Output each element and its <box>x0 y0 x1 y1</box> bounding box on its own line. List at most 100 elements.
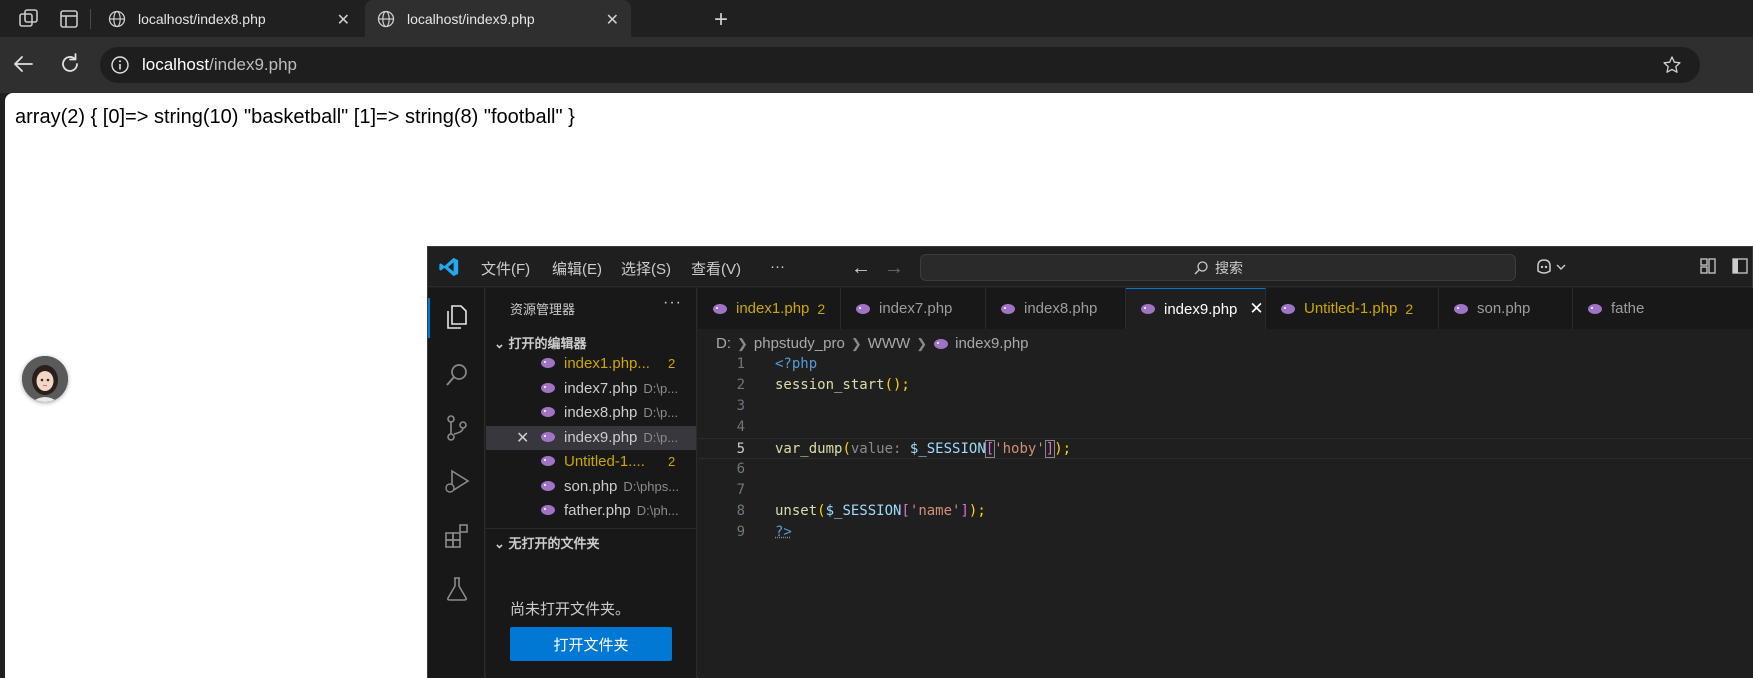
file-name: father.php <box>564 502 631 519</box>
editor-tab-father[interactable]: fathe <box>1573 288 1753 329</box>
php-output-text: array(2) { [0]=> string(10) "basketball"… <box>15 106 575 128</box>
browser-tab-index9[interactable]: localhost/index9.php ✕ <box>365 0 631 37</box>
editor-tab-index7[interactable]: index7.php <box>841 288 986 329</box>
activity-bar <box>428 288 485 678</box>
explorer-more-icon[interactable]: ··· <box>663 294 682 312</box>
workspaces-icon[interactable] <box>16 6 42 32</box>
string-literal: 'name' <box>909 503 961 519</box>
copilot-icon[interactable] <box>1534 257 1568 277</box>
url-host: localhost <box>142 55 210 74</box>
menu-view[interactable]: 查看(V) <box>691 258 741 279</box>
code-line: 1 <?php <box>698 354 1753 375</box>
editor-tab-index8[interactable]: index8.php <box>986 288 1126 329</box>
chevron-right-icon: ❯ <box>916 335 928 351</box>
tab-label: index1.php <box>736 300 810 317</box>
line-number: 9 <box>736 524 745 540</box>
tab-label: index9.php <box>1164 300 1238 318</box>
file-name: index7.php <box>564 380 638 397</box>
search-label: 搜索 <box>1215 259 1243 276</box>
menu-edit[interactable]: 编辑(E) <box>552 258 602 279</box>
open-editor-item[interactable]: father.php D:\ph... <box>486 499 696 523</box>
code-line: 8 unset($_SESSION['name']); <box>698 501 1753 522</box>
address-bar[interactable]: localhost/index9.php <box>100 47 1700 83</box>
tab-label: index7.php <box>879 300 953 317</box>
php-elephant-icon <box>541 456 555 466</box>
open-editor-item[interactable]: index7.php D:\p... <box>486 377 696 401</box>
tab-label: fathe <box>1611 300 1645 317</box>
explorer-title: 资源管理器 <box>510 302 576 317</box>
browser-toolbar: localhost/index9.php <box>0 37 1753 93</box>
go-back-icon[interactable]: ← <box>851 257 871 280</box>
editor-tab-son[interactable]: son.php <box>1439 288 1573 329</box>
line-number: 6 <box>736 461 745 477</box>
code-line-current: 5 var_dump(value: $_SESSION['hoby']); <box>698 438 1753 459</box>
close-tab-icon[interactable]: ✕ <box>337 10 350 30</box>
testing-flask-icon[interactable] <box>442 574 472 604</box>
new-tab-icon[interactable]: + <box>714 6 728 34</box>
search-icon[interactable] <box>442 360 472 390</box>
breadcrumb-folder[interactable]: phpstudy_pro <box>754 335 845 352</box>
command-center-search[interactable]: 搜索 <box>920 254 1516 281</box>
breadcrumb-drive[interactable]: D: <box>716 335 731 352</box>
site-info-icon[interactable] <box>110 55 130 75</box>
menu-file[interactable]: 文件(F) <box>481 258 530 279</box>
menu-more[interactable]: ··· <box>770 258 785 275</box>
code-punct: ); <box>968 503 986 519</box>
back-arrow-icon[interactable] <box>10 50 38 78</box>
source-control-icon[interactable] <box>442 413 472 443</box>
avatar[interactable] <box>22 356 68 402</box>
php-open-tag: <?php <box>775 356 818 372</box>
php-elephant-icon <box>713 303 727 314</box>
function-name: var_dump <box>775 441 843 457</box>
extensions-icon[interactable] <box>442 521 472 551</box>
editor-tab-index1[interactable]: index1.php 2 <box>698 288 841 329</box>
menu-selection[interactable]: 选择(S) <box>621 258 671 279</box>
variable-name: $_SESSION <box>825 503 902 519</box>
browser-tab-title: localhost/index9.php <box>407 10 535 27</box>
close-editor-icon[interactable]: ✕ <box>516 428 529 448</box>
run-debug-icon[interactable] <box>442 466 472 496</box>
layout-icon[interactable] <box>1699 257 1717 275</box>
open-editor-item-selected[interactable]: ✕ index9.php D:\p... <box>486 426 696 450</box>
parameter-hint: value: <box>850 441 910 457</box>
php-elephant-icon <box>1454 303 1468 314</box>
editor-tab-index9[interactable]: index9.php ✕ <box>1126 288 1266 329</box>
editor-area: index1.php 2 index7.php index8.php index… <box>698 288 1753 678</box>
line-number: 2 <box>736 377 745 393</box>
close-tab-icon[interactable]: ✕ <box>606 10 619 30</box>
no-folder-header[interactable]: ⌄ 无打开的文件夹 <box>486 528 696 556</box>
go-forward-icon[interactable]: → <box>884 257 904 280</box>
favorite-star-icon[interactable] <box>1662 55 1682 75</box>
browser-tab-index8[interactable]: localhost/index8.php ✕ <box>96 0 362 37</box>
close-tab-icon[interactable]: ✕ <box>1249 299 1263 319</box>
open-editors-header[interactable]: ⌄ 打开的编辑器 <box>494 333 587 352</box>
problem-count-badge: 2 <box>668 454 676 469</box>
code-line: 3 <box>698 396 1753 417</box>
open-editor-item[interactable]: index8.php D:\p... <box>486 401 696 425</box>
line-number: 1 <box>736 356 745 372</box>
variable-name: $_SESSION <box>909 441 986 457</box>
explorer-icon[interactable] <box>442 302 472 332</box>
avatar-image <box>22 356 68 402</box>
editor-tab-untitled1[interactable]: Untitled-1.php 2 <box>1266 288 1439 329</box>
file-name: index8.php <box>564 404 638 421</box>
open-editor-item[interactable]: index1.php... 2 <box>486 352 696 376</box>
open-editor-item[interactable]: Untitled-1.... 2 <box>486 450 696 474</box>
code-line: 9 ?> <box>698 522 1753 543</box>
php-elephant-icon <box>541 505 555 515</box>
vscode-titlebar: 文件(F) 编辑(E) 选择(S) 查看(V) ··· ← → 搜索 <box>428 247 1752 287</box>
chevron-down-icon: ⌄ <box>494 336 505 351</box>
php-elephant-icon <box>1141 304 1155 314</box>
breadcrumb-folder[interactable]: WWW <box>868 335 910 352</box>
file-path: D:\p... <box>643 405 679 420</box>
open-folder-button[interactable]: 打开文件夹 <box>510 627 672 661</box>
code-punct: ); <box>1054 441 1072 457</box>
code-line: 4 <box>698 417 1753 438</box>
open-editor-item[interactable]: son.php D:\phps... <box>486 475 696 499</box>
tab-actions-icon[interactable] <box>56 6 82 32</box>
reload-icon[interactable] <box>56 50 84 78</box>
toggle-sidebar-icon[interactable] <box>1731 257 1749 275</box>
tab-label: son.php <box>1477 300 1531 317</box>
explorer-sidebar: 资源管理器 ··· ⌄ 打开的编辑器 index1.php... 2 index… <box>486 288 697 678</box>
breadcrumb-file[interactable]: index9.php <box>955 335 1028 352</box>
